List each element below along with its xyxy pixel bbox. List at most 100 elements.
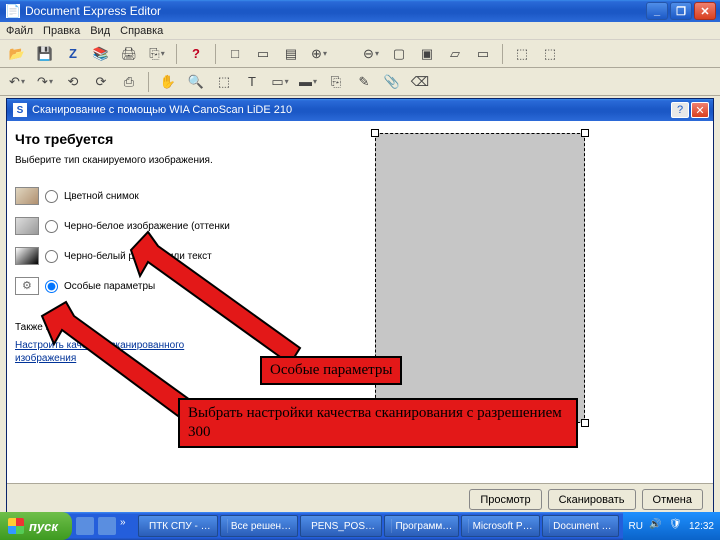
thumb-large-icon[interactable]: ⬚: [539, 43, 561, 65]
rotate-right-icon[interactable]: ↷: [34, 71, 56, 93]
app-title: Document Express Editor: [25, 4, 161, 18]
quick-launch-icon[interactable]: [98, 517, 116, 535]
taskbar-item[interactable]: PENS_POS…: [300, 515, 382, 537]
scan-option-color[interactable]: Цветной снимок: [15, 182, 239, 210]
zoom-in-icon[interactable]: ⊕: [308, 43, 330, 65]
label-custom: Особые параметры: [64, 281, 155, 292]
tray-icon[interactable]: 🛡: [669, 519, 683, 533]
taskbar-item-label: Программ…: [395, 521, 452, 532]
note-tool-icon[interactable]: ✎: [353, 71, 375, 93]
taskbar-item-label: Все решен…: [231, 521, 291, 532]
radio-bw[interactable]: [45, 250, 58, 263]
scan-option-gray[interactable]: Черно-белое изображение (оттенки: [15, 212, 239, 240]
zoom-out-icon[interactable]: ⊖: [360, 43, 382, 65]
annotation-2-label: Выбрать настройки качества сканирования …: [178, 398, 578, 448]
print-icon[interactable]: 🖨: [118, 43, 140, 65]
taskbar-item-label: PENS_POS…: [311, 521, 375, 532]
app-titlebar: 📄 Document Express Editor _ ❐ ✕: [0, 0, 720, 22]
toolbar-primary: 📂 💾 Z 📚 🖨 ⎘ ? □ ▭ ▤ ⊕ ⊖ ▢ ▣ ▱ ▭ ⬚ ⬚: [0, 40, 720, 68]
magnifier-icon[interactable]: 🔍: [185, 71, 207, 93]
restore-button[interactable]: ❐: [670, 2, 692, 20]
scan-icon[interactable]: Z: [62, 43, 84, 65]
radio-custom[interactable]: [45, 280, 58, 293]
label-gray: Черно-белое изображение (оттенки: [64, 221, 230, 232]
select-icon[interactable]: ⬚: [213, 71, 235, 93]
clock[interactable]: 12:32: [689, 521, 714, 532]
scan-help-button[interactable]: ?: [671, 102, 689, 118]
taskbar-items: ПТК СПУ - … Все решен… PENS_POS… Програм…: [134, 515, 623, 537]
open-icon[interactable]: 📂: [6, 43, 28, 65]
quick-launch-expand-icon[interactable]: »: [120, 517, 130, 535]
crop-handle-tr[interactable]: [581, 129, 589, 137]
minimize-button[interactable]: _: [646, 2, 668, 20]
menu-help[interactable]: Справка: [120, 25, 163, 37]
scan-button[interactable]: Сканировать: [548, 489, 636, 510]
toolbar-secondary: ↶ ↷ ⟲ ⟳ ⎙ ✋ 🔍 ⬚ T ▭ ▬ ⎘ ✎ 📎 ⌫: [0, 68, 720, 96]
save-icon[interactable]: 💾: [34, 43, 56, 65]
crop-handle-br[interactable]: [581, 419, 589, 427]
fit-width-icon[interactable]: ▢: [388, 43, 410, 65]
attach-tool-icon[interactable]: 📎: [381, 71, 403, 93]
text-tool-icon[interactable]: T: [241, 71, 263, 93]
crop-handle-tl[interactable]: [371, 129, 379, 137]
start-button[interactable]: пуск: [0, 512, 72, 540]
rotate-left-icon[interactable]: ↶: [6, 71, 28, 93]
fit-actual-icon[interactable]: ▱: [444, 43, 466, 65]
scanner-icon: S: [13, 103, 27, 117]
also-label: Также можно:: [15, 322, 239, 333]
page-facing-icon[interactable]: ▤: [280, 43, 302, 65]
app-icon: 📄: [6, 4, 20, 18]
annotation-1-label: Особые параметры: [260, 356, 402, 385]
preview-page[interactable]: [375, 133, 585, 423]
scan-option-custom[interactable]: Особые параметры: [15, 272, 239, 300]
language-indicator[interactable]: RU: [629, 521, 643, 532]
tray-icon[interactable]: 🔊: [649, 519, 663, 533]
gray-thumb-icon: [15, 217, 39, 235]
nav-icon[interactable]: ⎘: [146, 43, 168, 65]
shape-tool-icon[interactable]: ▭: [269, 71, 291, 93]
taskbar-item[interactable]: Document …: [542, 515, 619, 537]
help-icon[interactable]: ?: [185, 43, 207, 65]
taskbar-item[interactable]: ПТК СПУ - …: [138, 515, 218, 537]
quick-launch: »: [72, 517, 134, 535]
start-label: пуск: [29, 519, 58, 534]
preview-button[interactable]: Просмотр: [469, 489, 541, 510]
menu-edit[interactable]: Правка: [43, 25, 80, 37]
page-continuous-icon[interactable]: ▭: [252, 43, 274, 65]
rotate-cw-icon[interactable]: ⟳: [90, 71, 112, 93]
label-color: Цветной снимок: [64, 191, 139, 202]
scan-close-button[interactable]: ✕: [691, 102, 709, 118]
windows-logo-icon: [8, 518, 24, 534]
fit-page-icon[interactable]: ▣: [416, 43, 438, 65]
scan-subtitle: Выберите тип сканируемого изображения.: [15, 155, 239, 166]
hand-icon[interactable]: ✋: [157, 71, 179, 93]
taskbar-item[interactable]: Программ…: [384, 515, 460, 537]
scan-dialog-footer: Просмотр Сканировать Отмена: [7, 483, 713, 515]
rotate-ccw-icon[interactable]: ⟲: [62, 71, 84, 93]
quick-launch-icon[interactable]: [76, 517, 94, 535]
link-tool-icon[interactable]: ⎘: [325, 71, 347, 93]
thumb-small-icon[interactable]: ⬚: [511, 43, 533, 65]
scan-dialog-titlebar: S Сканирование с помощью WIA CanoScan Li…: [7, 99, 713, 121]
taskbar-item-label: Document …: [553, 521, 611, 532]
menu-view[interactable]: Вид: [90, 25, 110, 37]
radio-color[interactable]: [45, 190, 58, 203]
highlight-tool-icon[interactable]: ▬: [297, 71, 319, 93]
erase-tool-icon[interactable]: ⌫: [409, 71, 431, 93]
page-single-icon[interactable]: □: [224, 43, 246, 65]
taskbar: пуск » ПТК СПУ - … Все решен… PENS_POS… …: [0, 512, 720, 540]
adjust-quality-link[interactable]: Настроить качество сканированного изобра…: [15, 339, 239, 365]
radio-gray[interactable]: [45, 220, 58, 233]
taskbar-item[interactable]: Все решен…: [220, 515, 299, 537]
library-icon[interactable]: 📚: [90, 43, 112, 65]
menu-file[interactable]: Файл: [6, 25, 33, 37]
annotation-2: Выбрать настройки качества сканирования …: [178, 398, 578, 448]
stamp-icon[interactable]: ⎙: [118, 71, 140, 93]
label-bw: Черно-белый рисунок или текст: [64, 251, 212, 262]
cancel-button[interactable]: Отмена: [642, 489, 703, 510]
taskbar-item[interactable]: Microsoft P…: [461, 515, 539, 537]
scan-option-bw[interactable]: Черно-белый рисунок или текст: [15, 242, 239, 270]
fit-visible-icon[interactable]: ▭: [472, 43, 494, 65]
close-button[interactable]: ✕: [694, 2, 716, 20]
custom-thumb-icon: [15, 277, 39, 295]
